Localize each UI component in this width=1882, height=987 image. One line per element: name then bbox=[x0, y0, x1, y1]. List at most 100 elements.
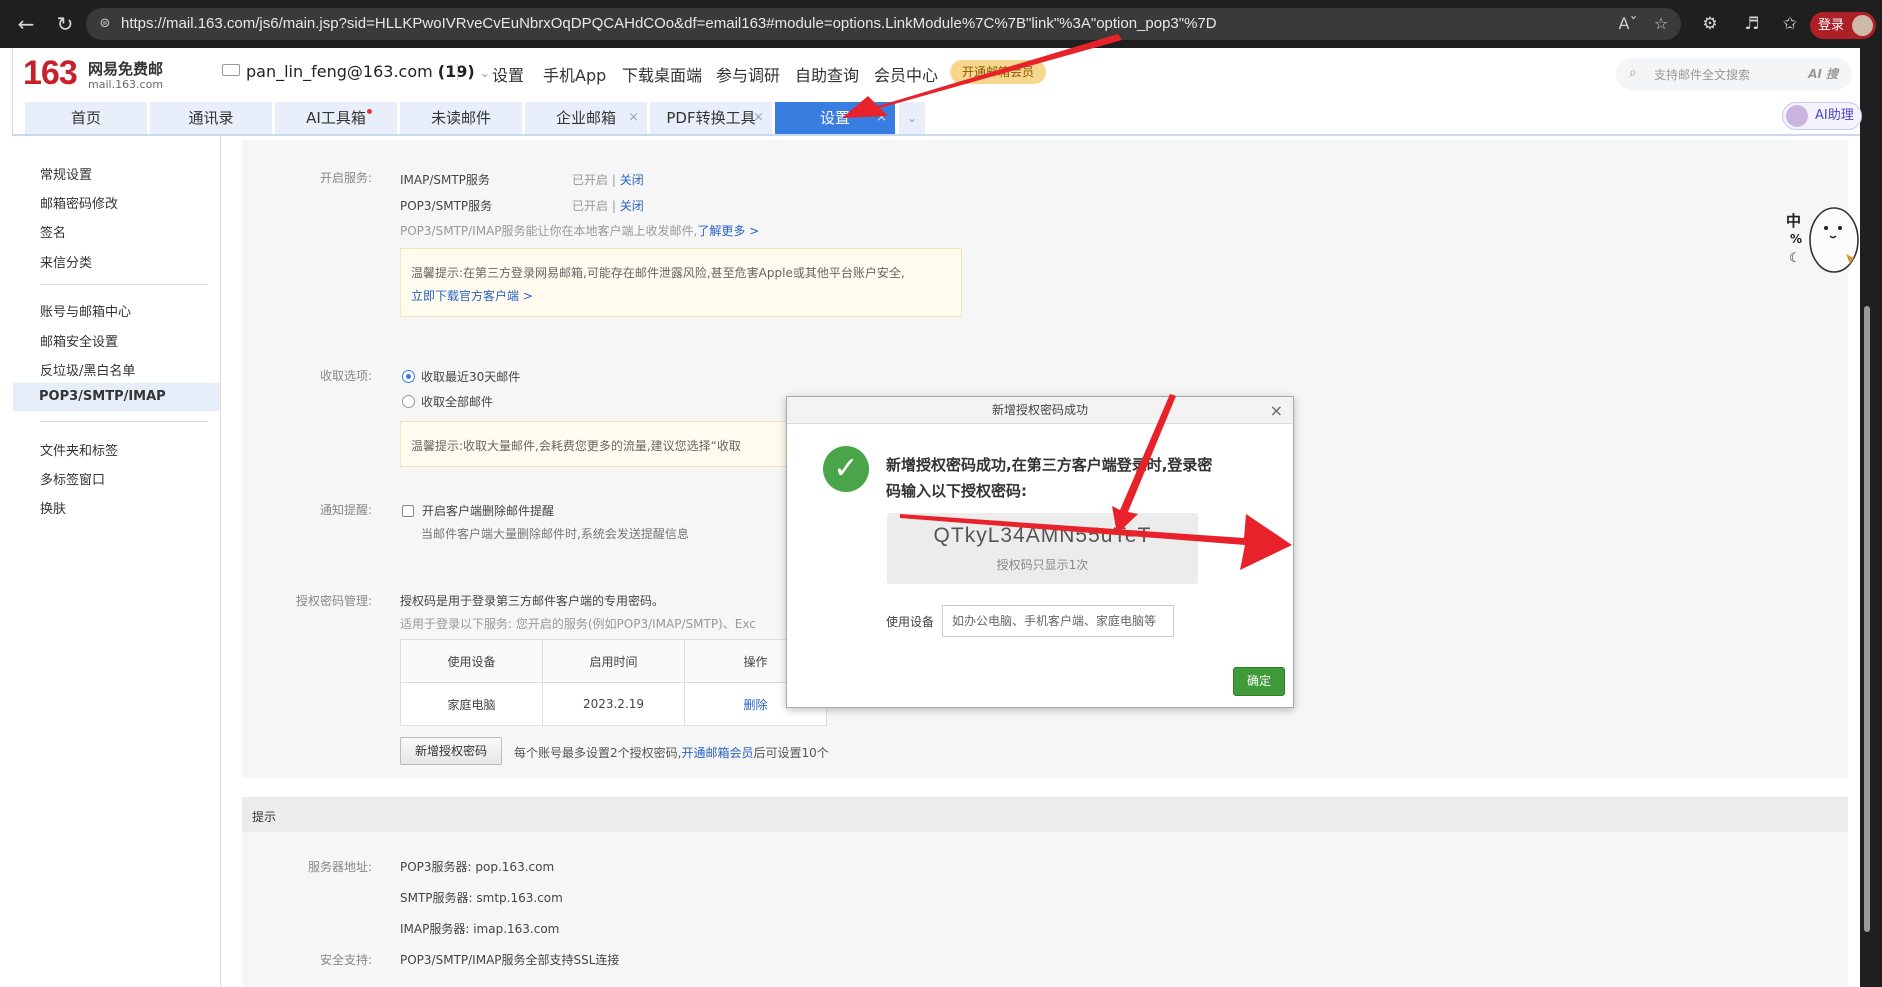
notify-checkbox[interactable]: 开启客户端删除邮件提醒 bbox=[402, 502, 554, 519]
favorite-star-icon[interactable]: ☆ bbox=[1649, 12, 1673, 36]
mail-search-box[interactable]: ⌕ 支持邮件全文搜索 AI 搜 bbox=[1616, 58, 1852, 90]
download-client-link[interactable]: 立即下载官方客户端 > bbox=[411, 287, 533, 304]
header-link-settings[interactable]: 设置 bbox=[492, 62, 524, 86]
receive-tip-text: 温馨提示:收取大量邮件,会耗费您更多的流量,建议您选择“收取 bbox=[411, 439, 741, 453]
login-label: 登录 bbox=[1818, 18, 1845, 33]
sidebar-item-skin[interactable]: 换肤 bbox=[40, 498, 66, 517]
service-status: 已开启 | 关闭 bbox=[572, 199, 644, 213]
sidebar-item-security[interactable]: 邮箱安全设置 bbox=[40, 331, 118, 350]
logo-name: 网易免费邮 bbox=[88, 60, 164, 78]
sidebar-item-general[interactable]: 常规设置 bbox=[40, 164, 92, 183]
delete-link[interactable]: 删除 bbox=[743, 698, 767, 712]
close-tab-icon[interactable]: × bbox=[628, 102, 639, 134]
hint-title: 提示 bbox=[252, 810, 277, 824]
auth-code-success-dialog: 新增授权密码成功 × ✓ 新增授权密码成功,在第三方客户端登录时,登录密码输入以… bbox=[786, 396, 1294, 708]
sidebar-item-folders[interactable]: 文件夹和标签 bbox=[40, 440, 118, 459]
sidebar-item-password[interactable]: 邮箱密码修改 bbox=[40, 193, 118, 212]
sidebar-divider bbox=[40, 284, 208, 285]
vip-badge[interactable]: 开通邮箱会员 bbox=[950, 60, 1047, 84]
server-smtp: SMTP服务器: smtp.163.com bbox=[400, 891, 563, 905]
sidebar-divider bbox=[40, 421, 208, 422]
header-link-mobile-app[interactable]: 手机App bbox=[543, 62, 606, 86]
tab-enterprise-mail[interactable]: 企业邮箱 × bbox=[525, 102, 647, 134]
vip-link[interactable]: 开通邮箱会员 bbox=[681, 746, 753, 760]
service-close-link[interactable]: 关闭 bbox=[620, 173, 644, 187]
service-close-link[interactable]: 关闭 bbox=[620, 199, 644, 213]
sidebar-item-filters[interactable]: 来信分类 bbox=[40, 252, 92, 271]
device-input[interactable]: 如办公电脑、手机客户端、家庭电脑等 bbox=[942, 605, 1174, 637]
security-tip bbox=[400, 248, 962, 317]
header-link-self-service[interactable]: 自助查询 bbox=[795, 62, 859, 86]
media-icon[interactable]: ♬ bbox=[1740, 12, 1764, 36]
tab-contacts[interactable]: 通讯录 bbox=[150, 102, 272, 134]
favorites-icon[interactable]: ✩ bbox=[1778, 12, 1802, 36]
logo-domain: mail.163.com bbox=[88, 78, 164, 91]
reload-icon[interactable]: ↻ bbox=[53, 12, 77, 36]
sidebar-item-multi-tab[interactable]: 多标签窗口 bbox=[40, 469, 105, 488]
divider bbox=[457, 64, 458, 80]
close-tab-icon[interactable]: × bbox=[753, 102, 764, 134]
scrollbar-thumb[interactable] bbox=[1864, 306, 1870, 932]
tab-unread[interactable]: 未读邮件 bbox=[400, 102, 522, 134]
url-text: https://mail.163.com/js6/main.jsp?sid=HL… bbox=[121, 15, 1217, 32]
tab-settings[interactable]: 设置 × bbox=[775, 102, 895, 134]
tab-label: PDF转换工具 bbox=[666, 109, 756, 127]
logo-number[interactable]: 163 bbox=[23, 54, 78, 93]
account-switcher[interactable]: pan_lin_feng@163.com (19) ⌄ bbox=[222, 62, 490, 81]
column-header: 使用设备 bbox=[400, 639, 543, 683]
header-link-survey[interactable]: 参与调研 bbox=[716, 62, 780, 86]
checkbox[interactable] bbox=[402, 505, 414, 517]
learn-more-link[interactable]: 了解更多 > bbox=[697, 224, 759, 238]
profile-login-button[interactable]: 登录 bbox=[1810, 12, 1876, 39]
sidebar-item-pop3-smtp-imap[interactable]: POP3/SMTP/IMAP bbox=[13, 383, 220, 411]
close-icon[interactable]: × bbox=[1270, 397, 1283, 424]
dialog-message: 新增授权密码成功,在第三方客户端登录时,登录密码输入以下授权密码: bbox=[886, 456, 1213, 500]
tab-ai-toolbox[interactable]: AI工具箱 bbox=[275, 102, 397, 134]
auth-code: QTkyL34AMN55uTeT bbox=[933, 524, 1152, 547]
tab-label: 企业邮箱 bbox=[555, 109, 616, 127]
chevron-down-icon: ⌄ bbox=[479, 66, 490, 80]
service-status: 已开启 | 关闭 bbox=[572, 173, 644, 187]
add-auth-code-button[interactable]: 新增授权密码 bbox=[400, 737, 502, 765]
ai-assistant-button[interactable]: AI助理 bbox=[1782, 102, 1862, 130]
tab-overflow-chevron-icon[interactable]: ⌄ bbox=[899, 102, 925, 134]
security-tip-text: 温馨提示:在第三方登录网易邮箱,可能存在邮件泄露风险,甚至危害Apple或其他平… bbox=[411, 266, 905, 280]
services-desc: POP3/SMTP/IMAP服务能让你在本地客户端上收发邮件,了解更多 > bbox=[400, 224, 760, 238]
service-name: POP3/SMTP服务 bbox=[400, 199, 493, 213]
sidebar-item-account-center[interactable]: 账号与邮箱中心 bbox=[40, 301, 131, 320]
radio-button[interactable] bbox=[402, 370, 415, 383]
address-bar[interactable]: ⊜ https://mail.163.com/js6/main.jsp?sid=… bbox=[86, 8, 1681, 40]
notify-label: 通知提醒: bbox=[319, 503, 372, 517]
close-tab-icon[interactable]: × bbox=[876, 102, 887, 134]
read-aloud-icon[interactable]: Aˇ bbox=[1616, 12, 1640, 36]
tab-label: 通讯录 bbox=[188, 109, 234, 127]
sidebar-item-antispam[interactable]: 反垃圾/黑白名单 bbox=[40, 360, 135, 379]
table-header-row: 使用设备 启用时间 操作 bbox=[400, 639, 827, 683]
auth-desc: 授权码是用于登录第三方邮件客户端的专用密码。 bbox=[400, 594, 665, 608]
header-link-desktop[interactable]: 下载桌面端 bbox=[622, 62, 702, 86]
radio-recent-30-days[interactable]: 收取最近30天邮件 bbox=[402, 368, 520, 385]
back-arrow-icon[interactable]: ← bbox=[14, 12, 38, 36]
search-placeholder: 支持邮件全文搜索 bbox=[1654, 68, 1751, 82]
security-label: 安全支持: bbox=[319, 953, 372, 967]
mascot-widget[interactable]: 中 % ☾ bbox=[1782, 198, 1860, 280]
column-header: 启用时间 bbox=[542, 639, 685, 683]
extensions-icon[interactable]: ⚙ bbox=[1698, 12, 1722, 36]
auth-limit-text: 每个账号最多设置2个授权密码,开通邮箱会员后可设置10个 bbox=[514, 746, 829, 760]
auth-code-note: 授权码只显示1次 bbox=[996, 558, 1089, 572]
radio-all-mail[interactable]: 收取全部邮件 bbox=[402, 393, 493, 410]
ai-search-button[interactable]: AI 搜 bbox=[1808, 65, 1838, 82]
radio-button[interactable] bbox=[402, 395, 415, 408]
auth-label: 授权密码管理: bbox=[295, 594, 372, 608]
services-label: 开启服务: bbox=[319, 171, 372, 185]
tab-home[interactable]: 首页 bbox=[25, 102, 147, 134]
device-cell: 家庭电脑 bbox=[400, 682, 543, 726]
sidebar-item-signature[interactable]: 签名 bbox=[40, 222, 66, 241]
tab-pdf-tool[interactable]: PDF转换工具 × bbox=[650, 102, 772, 134]
tab-label: AI工具箱 bbox=[306, 109, 366, 127]
confirm-button[interactable]: 确定 bbox=[1233, 667, 1285, 696]
header-link-member-center[interactable]: 会员中心 bbox=[874, 62, 938, 86]
site-info-icon[interactable]: ⊜ bbox=[97, 16, 113, 32]
search-icon: ⌕ bbox=[1629, 65, 1637, 81]
mail-envelope-icon bbox=[222, 64, 240, 76]
